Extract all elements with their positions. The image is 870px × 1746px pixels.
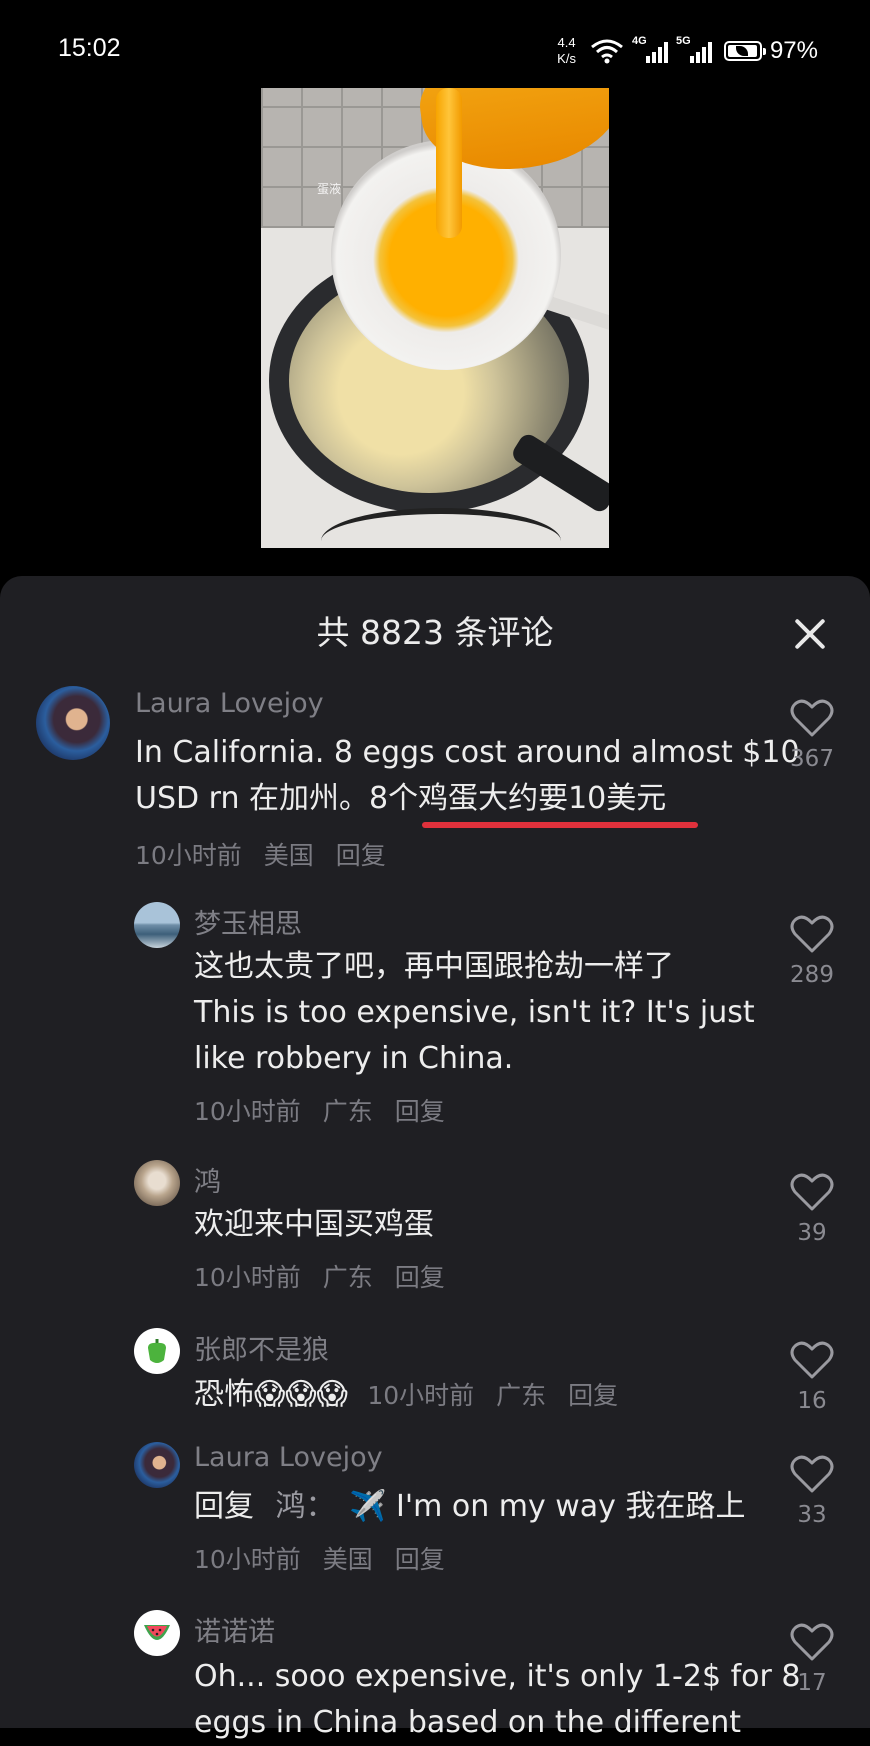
reply-button[interactable]: 回复 [395,1097,445,1126]
video-watermark: 蛋液 [317,182,342,196]
comments-title: 共 8823 条评论 [316,613,554,652]
reply-button[interactable]: 回复 [395,1545,445,1574]
comment-time: 10小时前 [135,841,242,870]
comment-text-body: ✈️ I'm on my way 我在路上 [349,1489,746,1524]
comment-text-line: This is too expensive, isn't it? It's ju… [194,995,755,1030]
comment-meta: 10小时前 美国 回复 [135,836,400,872]
comment-text: In California. 8 eggs cost around almost… [135,730,800,822]
comment-time: 10小时前 [194,1545,301,1574]
reply-prefix: 回复 [194,1489,254,1524]
comment-text-segment: USD rn 在加州。8个 [135,781,419,816]
comment-text-body: 恐怖😱😱😱 [194,1377,348,1412]
comment-text-highlight: 鸡蛋大约要10美元 [418,781,667,816]
comment-location: 广东 [322,1097,373,1126]
comment-text-line: Oh... sooo expensive, it's only 1-2$ for… [194,1659,801,1694]
comment-meta: 10小时前 广东 回复 [194,1092,459,1128]
heart-icon [790,1173,834,1211]
like-button[interactable]: 33 [790,1454,834,1528]
like-count: 39 [797,1220,827,1246]
heart-icon [790,1623,834,1661]
close-icon[interactable] [788,612,832,656]
avatar[interactable] [36,686,110,760]
status-time: 15:02 [58,34,121,62]
signal-icon: 4G [632,35,668,63]
status-bar: 15:02 4.4 K/s 4G 5G 97% [0,0,870,100]
like-count: 16 [797,1388,827,1414]
like-count: 367 [790,746,834,772]
reply-button[interactable]: 回复 [336,841,386,870]
avatar[interactable] [134,1160,180,1206]
like-count: 289 [790,962,834,988]
network-speed-unit: K/s [557,51,576,66]
comment-location: 美国 [322,1545,373,1574]
comment-text-line: eggs in China based on the different [194,1705,742,1740]
like-button[interactable]: 39 [790,1172,834,1246]
comment-text: 这也太贵了吧，再中国跟抢劫一样了 This is too expensive, … [194,944,764,1082]
like-button[interactable]: 289 [790,914,834,988]
comment-text-line: In California. 8 eggs cost around almost… [135,735,800,770]
pepper-icon [148,1339,166,1363]
signal-icon: 5G [676,35,712,63]
comment-meta: 10小时前 广东 回复 [194,1258,459,1294]
heart-icon [790,699,834,737]
wifi-icon [591,39,623,64]
signal-label: 4G [631,35,647,47]
comment-time: 10小时前 [194,1097,301,1126]
avatar[interactable] [134,1610,180,1656]
comment-text: Oh... sooo expensive, it's only 1-2$ for… [194,1654,801,1746]
video-player[interactable]: 蛋液 [261,88,609,548]
comment-author[interactable]: Laura Lovejoy [194,1442,383,1473]
reply-button[interactable]: 回复 [395,1263,445,1292]
comments-sheet: 共 8823 条评论 Laura Lovejoy In California. … [0,576,870,1740]
highlight-underline [422,822,698,828]
network-speed: 4.4 K/s [557,35,576,67]
comment-author[interactable]: Laura Lovejoy [135,688,324,719]
signal-label: 5G [675,35,691,47]
comment-meta: 10小时前 美国 回复 [194,1540,459,1576]
comment-author[interactable]: 张郎不是狼 [194,1328,329,1367]
avatar[interactable] [134,902,180,948]
like-count: 33 [797,1502,827,1528]
comment-location: 广东 [322,1263,373,1292]
like-button[interactable]: 17 [790,1622,834,1696]
battery-icon [723,41,766,61]
comment-location: 广东 [496,1381,547,1410]
reply-button[interactable]: 回复 [568,1381,618,1410]
comment-text: 回复 鸿： ✈️ I'm on my way 我在路上 [194,1484,745,1530]
comment-location: 美国 [263,841,314,870]
comment-time: 10小时前 [367,1381,475,1410]
avatar[interactable] [134,1442,180,1488]
heart-icon [790,915,834,953]
like-button[interactable]: 367 [790,698,834,772]
watermelon-icon [144,1625,170,1640]
heart-icon [790,1341,834,1379]
like-count: 17 [797,1670,827,1696]
comment-time: 10小时前 [194,1263,301,1292]
like-button[interactable]: 16 [790,1340,834,1414]
comment-author[interactable]: 梦玉相思 [194,902,302,941]
heart-icon [790,1455,834,1493]
reply-target[interactable]: 鸿： [276,1489,336,1524]
status-icons: 4.4 K/s 4G 5G 97% [557,26,818,76]
comment-author[interactable]: 诺诺诺 [194,1610,275,1649]
battery-percent: 97% [769,37,818,64]
avatar[interactable] [134,1328,180,1374]
comment-text-line: 这也太贵了吧，再中国跟抢劫一样了 [194,949,674,984]
network-speed-value: 4.4 [557,35,576,50]
comment-text-line: like robbery in China. [194,1041,514,1076]
comment-author[interactable]: 鸿 [194,1160,221,1199]
comment-text: 欢迎来中国买鸡蛋 [194,1207,434,1242]
comment-text: 恐怖😱😱😱 10小时前 广东 回复 [194,1372,618,1419]
